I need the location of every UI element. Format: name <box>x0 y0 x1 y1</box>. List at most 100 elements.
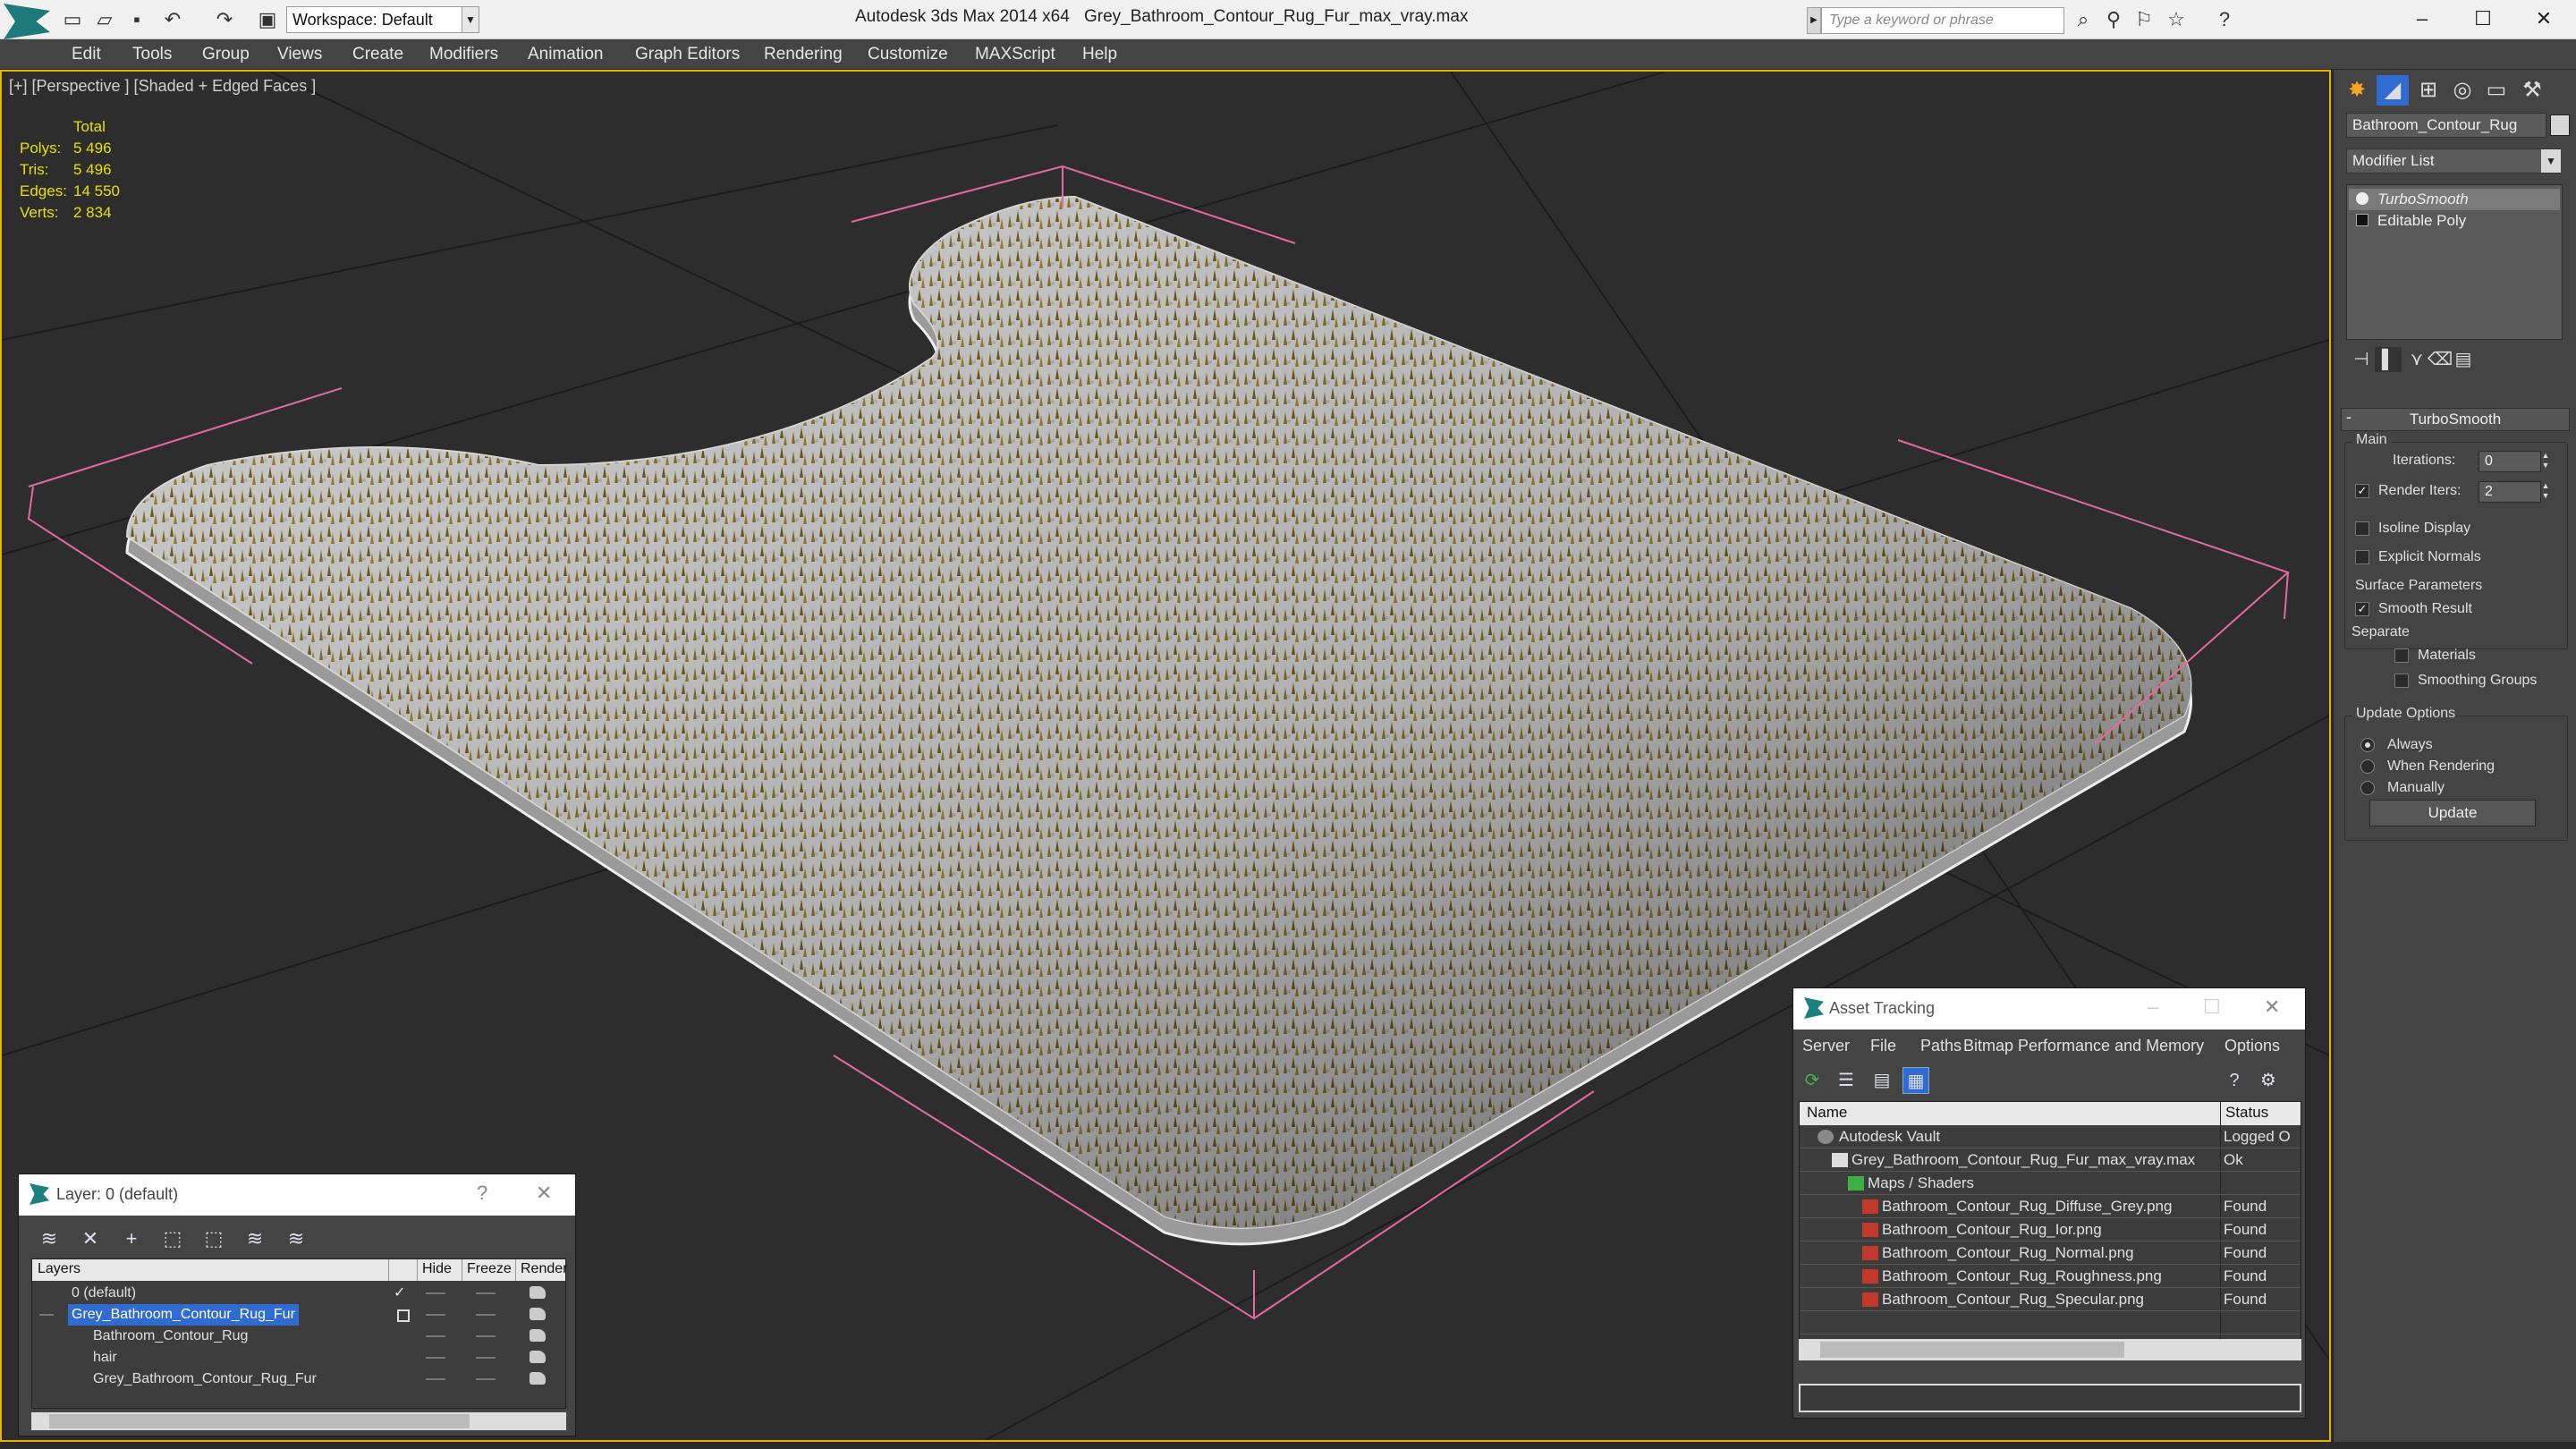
subscription-icon[interactable]: ⚲ <box>2102 9 2125 30</box>
always-radio[interactable] <box>2360 738 2375 752</box>
col-name[interactable]: Name <box>1807 1104 1847 1122</box>
scrollbar-thumb[interactable] <box>1820 1342 2124 1358</box>
asset-menu-file[interactable]: File <box>1870 1037 1896 1055</box>
iterations-spinner[interactable]: 0 <box>2479 451 2541 472</box>
undo-icon[interactable]: ↶ <box>161 9 184 30</box>
spinner-arrows-icon[interactable]: ▲ ▼ <box>2539 481 2552 503</box>
modify-tab-icon[interactable]: ◢ <box>2377 75 2409 106</box>
update-always-row[interactable]: Always <box>2360 737 2433 753</box>
object-color-swatch[interactable] <box>2550 114 2570 136</box>
col-freeze[interactable]: Freeze <box>467 1261 512 1277</box>
asset-row[interactable]: Grey_Bathroom_Contour_Rug_Fur_max_vray.m… <box>1800 1148 2301 1172</box>
asset-row[interactable]: Maps / Shaders <box>1800 1172 2301 1195</box>
delete-layer-icon[interactable]: ✕ <box>78 1226 103 1251</box>
layer-dialog-titlebar[interactable]: Layer: 0 (default) ? ✕ <box>19 1174 575 1216</box>
stack-item-editable-poly[interactable]: Editable Poly <box>2349 210 2560 232</box>
col-render[interactable]: Render <box>521 1261 567 1277</box>
layer-row[interactable]: — Grey_Bathroom_Contour_Rug_Fur <box>32 1304 565 1326</box>
asset-row[interactable]: Bathroom_Contour_Rug_Roughness.png Found <box>1800 1265 2301 1288</box>
layer-row[interactable]: hair <box>32 1347 565 1368</box>
close-icon[interactable]: ✕ <box>2526 5 2562 32</box>
pin-stack-icon[interactable]: ⊣ <box>2348 347 2375 372</box>
highlight-layer-icon[interactable]: ⬚ <box>201 1226 226 1251</box>
chevron-down-icon[interactable]: ▼ <box>462 6 479 33</box>
update-button[interactable]: Update <box>2369 800 2536 826</box>
explicit-normals-row[interactable]: Explicit Normals <box>2355 549 2481 565</box>
binoculars-icon[interactable]: ⌕ <box>2072 9 2095 30</box>
isoline-row[interactable]: Isoline Display <box>2355 521 2470 537</box>
freeze-all-layers-icon[interactable]: ≋ <box>284 1226 309 1251</box>
list-view-icon[interactable]: ☰ <box>1833 1067 1860 1094</box>
display-tab-icon[interactable]: ▭ <box>2480 75 2512 106</box>
select-objects-icon[interactable]: ⬚ <box>160 1226 185 1251</box>
asset-dialog-titlebar[interactable]: Asset Tracking – ☐ ✕ <box>1793 988 2305 1030</box>
menu-edit[interactable]: Edit <box>72 45 101 64</box>
menu-animation[interactable]: Animation <box>528 45 604 64</box>
hierarchy-tab-icon[interactable]: ⊞ <box>2412 75 2445 106</box>
smoothing-groups-row[interactable]: Smoothing Groups <box>2394 673 2537 689</box>
isoline-checkbox[interactable] <box>2355 521 2369 536</box>
render-teapot-icon[interactable] <box>530 1286 546 1299</box>
maximize-icon[interactable]: ☐ <box>2465 5 2501 32</box>
col-layers[interactable]: Layers <box>38 1261 80 1277</box>
add-to-layer-icon[interactable]: + <box>119 1226 144 1251</box>
save-icon[interactable]: ▪ <box>125 9 148 30</box>
favorites-star-icon[interactable]: ☆ <box>2165 9 2188 30</box>
render-iters-row[interactable]: ✓ Render Iters: <box>2355 483 2461 499</box>
maximize-icon[interactable]: ☐ <box>2203 996 2221 1019</box>
lightbulb-icon[interactable] <box>2356 192 2368 205</box>
asset-path-field[interactable] <box>1799 1384 2301 1412</box>
communication-icon[interactable]: ⚐ <box>2132 9 2156 30</box>
menu-graph-editors[interactable]: Graph Editors <box>635 45 740 64</box>
explicit-normals-checkbox[interactable] <box>2355 550 2369 564</box>
render-teapot-icon[interactable] <box>530 1351 546 1363</box>
chevron-down-icon[interactable]: ▼ <box>2541 149 2561 173</box>
minimize-icon[interactable]: – <box>2148 996 2158 1019</box>
workspace-selector[interactable]: Workspace: Default <box>286 6 478 33</box>
menu-create[interactable]: Create <box>352 45 403 64</box>
menu-group[interactable]: Group <box>202 45 250 64</box>
smoothing-groups-checkbox[interactable] <box>2394 674 2409 688</box>
layer-horizontal-scrollbar[interactable] <box>31 1412 566 1430</box>
render-iters-checkbox[interactable]: ✓ <box>2355 484 2369 498</box>
update-when-rendering-row[interactable]: When Rendering <box>2360 758 2495 775</box>
col-hide[interactable]: Hide <box>422 1261 452 1277</box>
stack-item-turbosmooth[interactable]: TurboSmooth <box>2349 189 2560 210</box>
object-name-field[interactable]: Bathroom_Contour_Rug <box>2346 113 2546 138</box>
search-input[interactable]: Type a keyword or phrase <box>1821 7 2064 34</box>
manually-radio[interactable] <box>2360 781 2375 795</box>
table-view-icon[interactable]: ▦ <box>1902 1067 1929 1094</box>
viewport-label[interactable]: [+] [Perspective ] [Shaded + Edged Faces… <box>9 77 316 96</box>
layer-icon[interactable]: ≋ <box>37 1226 62 1251</box>
help-icon[interactable]: ? <box>477 1182 487 1205</box>
menu-tools[interactable]: Tools <box>132 45 172 64</box>
update-manually-row[interactable]: Manually <box>2360 780 2445 796</box>
open-file-icon[interactable]: ▱ <box>93 9 116 30</box>
asset-menu-bitmap[interactable]: Bitmap Performance and Memory <box>1963 1037 2204 1055</box>
render-iters-spinner[interactable]: 2 <box>2479 481 2541 503</box>
asset-row[interactable]: Bathroom_Contour_Rug_Diffuse_Grey.png Fo… <box>1800 1195 2301 1218</box>
asset-row[interactable]: Bathroom_Contour_Rug_Ior.png Found <box>1800 1218 2301 1241</box>
col-status[interactable]: Status <box>2225 1104 2268 1122</box>
asset-row[interactable]: Autodesk Vault Logged O <box>1800 1125 2301 1148</box>
hide-all-layers-icon[interactable]: ≋ <box>242 1226 267 1251</box>
materials-checkbox[interactable] <box>2394 648 2409 663</box>
smooth-result-row[interactable]: ✓ Smooth Result <box>2355 601 2472 617</box>
materials-row[interactable]: Materials <box>2394 648 2476 664</box>
utilities-tab-icon[interactable]: ⚒ <box>2516 75 2548 106</box>
collapse-icon[interactable]: — <box>39 1304 54 1326</box>
modifier-list-dropdown[interactable]: Modifier List <box>2346 148 2561 174</box>
turbosmooth-rollout-header[interactable]: TurboSmooth <box>2341 408 2570 431</box>
menu-modifiers[interactable]: Modifiers <box>429 45 498 64</box>
layer-row[interactable]: Grey_Bathroom_Contour_Rug_Fur <box>32 1368 565 1390</box>
set-current-box-icon[interactable] <box>397 1309 410 1322</box>
layer-row[interactable]: Bathroom_Contour_Rug <box>32 1326 565 1347</box>
asset-horizontal-scrollbar[interactable] <box>1799 1339 2301 1360</box>
settings-icon[interactable]: ⚙ <box>2255 1067 2282 1094</box>
new-file-icon[interactable]: ▭ <box>61 9 84 30</box>
help-icon[interactable]: ? <box>2221 1067 2248 1094</box>
spinner-arrows-icon[interactable]: ▲ ▼ <box>2539 451 2552 472</box>
collapse-icon[interactable]: - <box>2346 408 2351 427</box>
smooth-result-checkbox[interactable]: ✓ <box>2355 602 2369 616</box>
close-icon[interactable]: ✕ <box>2264 996 2280 1019</box>
